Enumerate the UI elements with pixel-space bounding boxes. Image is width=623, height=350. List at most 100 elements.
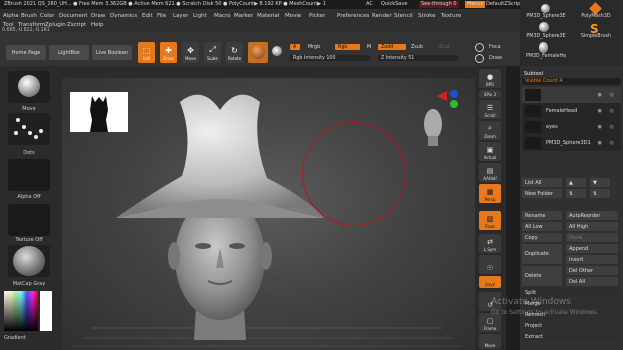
local-button[interactable]: ☉	[479, 255, 501, 274]
alpha-tile[interactable]	[8, 159, 50, 191]
extract-section[interactable]: Extract	[522, 332, 621, 341]
del-all-button[interactable]: Del All	[566, 277, 618, 286]
texture-tile[interactable]	[8, 204, 50, 236]
draw-size-label[interactable]: Draw	[489, 56, 502, 61]
menu-transform[interactable]: Transform	[18, 22, 45, 28]
scroll-button[interactable]: ☰ Scroll	[479, 100, 501, 119]
arrow-up-button[interactable]: ▲	[566, 178, 586, 187]
lightbox-button[interactable]: LightBox	[49, 45, 89, 60]
menu-render[interactable]: Render	[372, 13, 392, 19]
menu-marker[interactable]: Marker	[234, 13, 253, 19]
see-through-slider[interactable]: See-through 0	[419, 1, 459, 8]
menu-help[interactable]: Help	[91, 22, 104, 28]
move-mode-button[interactable]: ✥ Move	[182, 42, 199, 63]
menu-texture[interactable]: Texture	[441, 13, 461, 19]
quicksave-button[interactable]: QuickSave	[381, 2, 407, 7]
copy-button[interactable]: Copy	[522, 233, 562, 242]
move-view-button[interactable]: Move	[479, 334, 501, 349]
zcut-toggle[interactable]: Zcut	[436, 44, 458, 50]
subtool-item[interactable]: ◉ ◎	[522, 87, 621, 103]
material-tile[interactable]	[8, 245, 50, 277]
menu-tool[interactable]: Tool	[3, 22, 14, 28]
persp-button[interactable]: ▦ Persp	[479, 184, 501, 203]
subtool-visibility-icons[interactable]: ◉ ◎	[598, 140, 617, 146]
tray-divider[interactable]	[506, 66, 520, 350]
menu-edit[interactable]: Edit	[142, 13, 153, 19]
draw-mode-button[interactable]: ✚ Draw	[160, 42, 177, 63]
subtool-item[interactable]: eyes ◉ ◎	[522, 119, 621, 135]
all-high-button[interactable]: All High	[566, 222, 618, 231]
home-page-button[interactable]: Home Page	[6, 45, 46, 60]
main-color-swatch[interactable]	[40, 291, 52, 331]
delete-button[interactable]: Delete	[522, 266, 562, 286]
ac-button[interactable]: AC	[366, 2, 373, 7]
subtool-visibility-icons[interactable]: ◉ ◎	[598, 108, 617, 114]
actual-button[interactable]: ▣ Actual	[479, 142, 501, 161]
menu-zplugin[interactable]: Zplugin	[45, 22, 66, 28]
stroke-tile[interactable]	[8, 113, 50, 145]
menu-document[interactable]: Document	[59, 13, 88, 19]
arrow-down-button[interactable]: ▼	[590, 178, 610, 187]
a-toggle[interactable]: A	[290, 44, 300, 50]
visible-count-slider[interactable]: Visible Count 4	[522, 78, 621, 85]
scale-mode-button[interactable]: ⤢ Scale	[204, 42, 221, 63]
new-folder-button[interactable]: New Folder	[522, 189, 562, 198]
move-up-button[interactable]: ⇅	[566, 189, 586, 198]
menu-alpha[interactable]: Alpha	[3, 13, 19, 19]
rename-button[interactable]: Rename	[522, 211, 562, 220]
autoreorder-button[interactable]: AutoReorder	[566, 211, 618, 220]
xyz-button[interactable]: Gxyz	[479, 276, 501, 288]
menu-movie[interactable]: Movie	[285, 13, 301, 19]
color-picker[interactable]	[4, 291, 38, 331]
project-section[interactable]: Project	[522, 321, 621, 330]
menu-file[interactable]: File	[157, 13, 166, 19]
menu-stroke[interactable]: Stroke	[418, 13, 436, 19]
split-section[interactable]: Split	[522, 288, 621, 297]
spix-slider[interactable]: SPix 3	[479, 90, 501, 98]
move-down-button[interactable]: ⇅	[590, 189, 610, 198]
zoom-button[interactable]: ⌕ Zoom	[479, 121, 501, 140]
subtool-item[interactable]: PM3D_Sphere3D1 ◉ ◎	[522, 135, 621, 151]
rotate-mode-button[interactable]: ↻ Rotate	[226, 42, 243, 63]
3d-viewport[interactable]	[62, 78, 475, 350]
subtool-item[interactable]: FemaleHead ◉ ◎	[522, 103, 621, 119]
all-low-button[interactable]: All Low	[522, 222, 562, 231]
edit-mode-button[interactable]: ⬚ Edit	[138, 42, 155, 63]
menu-preferences[interactable]: Preferences	[337, 13, 369, 19]
focal-shift-label[interactable]: Foca	[489, 45, 501, 50]
menu-brush[interactable]: Brush	[21, 13, 37, 19]
menu-dynamics[interactable]: Dynamics	[110, 13, 137, 19]
del-other-button[interactable]: Del Other	[566, 266, 618, 275]
zsub-toggle[interactable]: Zsub	[408, 44, 430, 50]
floor-button[interactable]: ▨ Floor	[479, 211, 501, 230]
menu-zscript[interactable]: Zscript	[67, 22, 86, 28]
menu-light[interactable]: Light	[193, 13, 207, 19]
menu-layer[interactable]: Layer	[173, 13, 188, 19]
rgb-toggle[interactable]: Rgb	[335, 44, 360, 50]
axis-gizmo[interactable]	[432, 88, 462, 118]
live-boolean-button[interactable]: Live Boolean	[92, 45, 132, 60]
subtool-header[interactable]: Subtool	[524, 72, 543, 77]
preset-simplebrush[interactable]: S SimpleBrush	[572, 20, 620, 50]
subtool-visibility-icons[interactable]: ◉ ◎	[598, 92, 617, 98]
zadd-toggle[interactable]: Zadd	[378, 44, 406, 50]
z-intensity-slider[interactable]: Z Intensity 51	[378, 55, 458, 61]
menu-stencil[interactable]: Stencil	[394, 13, 413, 19]
rgb-intensity-slider[interactable]: Rgb Intensity 100	[290, 55, 370, 61]
menu-material[interactable]: Material	[257, 13, 279, 19]
aahalf-button[interactable]: ▤ AAHalf	[479, 163, 501, 182]
material-swatch[interactable]	[248, 42, 268, 63]
menus-toggle[interactable]: Menus	[465, 1, 486, 8]
m-toggle[interactable]: M	[364, 44, 374, 50]
menu-color[interactable]: Color	[40, 13, 54, 19]
duplicate-button[interactable]: Duplicate	[522, 244, 562, 264]
mrgb-toggle[interactable]: Mrgb	[305, 44, 330, 50]
menu-picker[interactable]: Picker	[309, 13, 325, 19]
lsym-button[interactable]: ⇄ L.Sym	[479, 234, 501, 253]
list-all-button[interactable]: List All	[522, 178, 562, 187]
insert-button[interactable]: Insert	[566, 255, 618, 264]
menu-macro[interactable]: Macro	[214, 13, 231, 19]
menu-draw[interactable]: Draw	[91, 13, 105, 19]
bpr-button[interactable]: ● BPR	[479, 69, 501, 88]
paste-button[interactable]: Paste	[566, 233, 618, 242]
